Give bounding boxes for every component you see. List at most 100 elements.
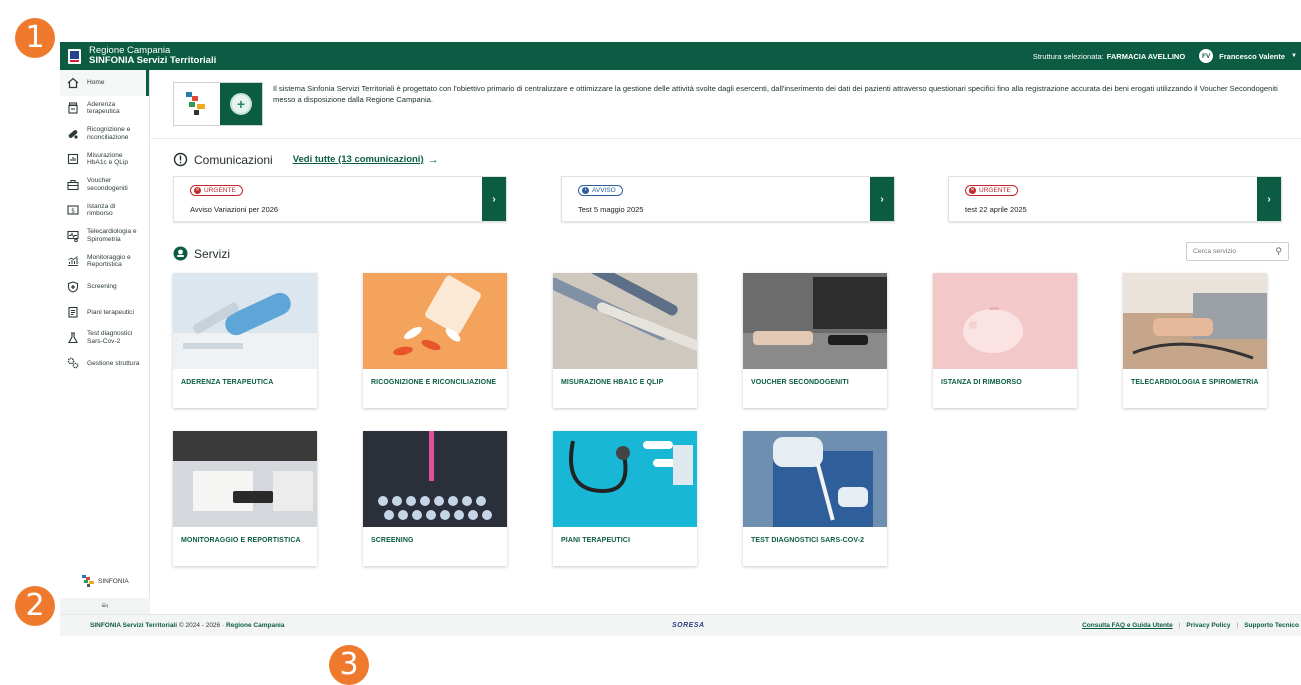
soresa-logo: SORESA	[672, 622, 705, 629]
divider	[151, 138, 1301, 139]
sidebar-item-label: Voucher secondogeniti	[87, 177, 128, 192]
service-card-misurazione-hba1c-e-qlip[interactable]: MISURAZIONE HBA1C E QLIP	[553, 273, 697, 408]
service-title: TELECARDIOLOGIA E SPIROMETRIA	[1131, 379, 1259, 386]
sidebar-item-label: Home	[87, 79, 105, 86]
sidebar-item-voucher-secondogeniti[interactable]: Voucher secondogeniti	[60, 172, 149, 198]
clipboard-icon	[66, 305, 80, 319]
user-name[interactable]: Francesco Valente	[1219, 52, 1285, 61]
voucher-icon	[66, 178, 80, 192]
service-card-voucher-secondogeniti[interactable]: VOUCHER SECONDOGENITI	[743, 273, 887, 408]
chevron-down-icon[interactable]: ▼	[1291, 53, 1297, 59]
service-image	[553, 431, 697, 527]
service-card-telecardiologia-e-spirometria[interactable]: TELECARDIOLOGIA E SPIROMETRIA	[1123, 273, 1267, 408]
footer-separator: |	[1236, 622, 1239, 629]
money-icon: $	[66, 203, 80, 217]
service-title: RICOGNIZIONE E RICONCILIAZIONE	[371, 379, 497, 386]
footer-links: Consulta FAQ e Guida Utente | Privacy Po…	[1082, 622, 1301, 629]
region-logo	[68, 48, 81, 64]
servizi-header: Servizi	[173, 246, 230, 261]
meter-icon	[66, 152, 80, 166]
footer-region-link[interactable]: Regione Campania	[226, 622, 285, 629]
flask-icon	[66, 331, 80, 345]
service-image	[743, 273, 887, 369]
marker-3: 3	[329, 645, 369, 685]
sidebar-item-misurazione-hba1c-e-qlip[interactable]: Misurazione HbA1c e QLip	[60, 147, 149, 173]
comunicazione-card[interactable]: ✕ URGENTE Avviso Variazioni per 2026 ›	[173, 176, 507, 222]
sidebar-item-telecardiologia-e-spirometria[interactable]: Telecardiologia e Spirometria	[60, 223, 149, 249]
service-title: SCREENING	[371, 537, 414, 544]
avatar[interactable]: FV	[1199, 49, 1214, 63]
badge-label: AVVISO	[592, 187, 616, 194]
service-card-aderenza-terapeutica[interactable]: ADERENZA TERAPEUTICA	[173, 273, 317, 408]
search-input[interactable]	[1187, 248, 1267, 255]
info-circle-icon: i	[582, 187, 589, 194]
service-image	[1123, 273, 1267, 369]
badge-label: URGENTE	[204, 187, 236, 194]
footer-copyright: SINFONIA Servizi Territoriali © 2024 - 2…	[90, 622, 284, 629]
sidebar-item-istanza-di-rimborso[interactable]: $ Istanza di rimborso	[60, 198, 149, 224]
faq-link[interactable]: Consulta FAQ e Guida Utente	[1082, 622, 1173, 629]
sidebar-item-label: Test diagnostici Sars-Cov-2	[87, 330, 133, 345]
sidebar-item-label: Misurazione HbA1c e QLip	[87, 151, 129, 167]
open-comunicazione-button[interactable]: ›	[870, 177, 894, 221]
sidebar-item-home[interactable]: Home	[60, 70, 149, 96]
service-card-screening[interactable]: SCREENING	[363, 431, 507, 566]
cross-icon: +	[230, 93, 252, 115]
pills-icon	[66, 127, 80, 141]
sidebar-item-gestione-struttura[interactable]: Gestione struttura	[60, 351, 149, 377]
service-image	[933, 273, 1077, 369]
footer: SINFONIA Servizi Territoriali © 2024 - 2…	[60, 614, 1301, 636]
privacy-link[interactable]: Privacy Policy	[1186, 622, 1230, 629]
comunicazione-card[interactable]: i AVVISO Test 5 maggio 2025 ›	[561, 176, 895, 222]
sidebar-item-monitoraggio-e-reportistica[interactable]: Monitoraggio e Reportistica	[60, 249, 149, 275]
search-icon[interactable]: ⚲	[1275, 246, 1282, 257]
sinfonia-mark-icon	[82, 575, 94, 587]
comunicazione-card[interactable]: ✕ URGENTE test 22 aprile 2025 ›	[948, 176, 1282, 222]
sidebar-item-ricognizione-e-riconciliazione[interactable]: Ricognizione e riconciliazione	[60, 121, 149, 147]
pill-bottle-icon	[66, 101, 80, 115]
sidebar-item-aderenza-terapeutica[interactable]: Aderenza terapeutica	[60, 96, 149, 122]
search-field[interactable]: ⚲	[1186, 242, 1289, 261]
arrow-right-icon[interactable]: →	[428, 154, 439, 166]
intro-text: Il sistema Sinfonia Servizi Territoriali…	[273, 84, 1278, 104]
sidebar-item-label: Gestione struttura	[87, 359, 140, 367]
sidebar-item-test-diagnostici-sars-cov-2[interactable]: Test diagnostici Sars-Cov-2	[60, 325, 149, 351]
x-circle-icon: ✕	[194, 187, 201, 194]
sidebar-item-label: Aderenza terapeutica	[87, 100, 120, 116]
heart-monitor-icon	[66, 229, 80, 243]
service-image	[363, 431, 507, 527]
service-image	[363, 273, 507, 369]
service-card-test-diagnostici-sars-cov-2[interactable]: TEST DIAGNOSTICI SARS-COV-2	[743, 431, 887, 566]
marker-2: 2	[15, 586, 55, 626]
servizi-title: Servizi	[194, 246, 231, 261]
support-link[interactable]: Supporto Tecnico	[1244, 622, 1299, 629]
sinfonia-logo-text: SINFONIA	[98, 577, 129, 585]
sidebar-collapse-button[interactable]: ≡‹	[60, 598, 150, 614]
badge-label: URGENTE	[979, 187, 1011, 194]
vedi-tutte-link[interactable]: Vedi tutte (13 comunicazioni)	[293, 154, 424, 165]
open-comunicazione-button[interactable]: ›	[482, 177, 506, 221]
comunicazioni-header: Comunicazioni Vedi tutte (13 comunicazio…	[173, 152, 439, 167]
struttura-label: Struttura selezionata:	[1032, 51, 1104, 61]
sidebar-item-piani-terapeutici[interactable]: Piani terapeutici	[60, 300, 149, 326]
open-comunicazione-button[interactable]: ›	[1257, 177, 1281, 221]
intro-logo: +	[173, 82, 263, 126]
comunicazioni-title: Comunicazioni	[194, 152, 273, 167]
sidebar-item-label: Ricognizione e riconciliazione	[87, 126, 131, 141]
sinfonia-logo: SINFONIA	[80, 575, 129, 587]
footer-copy-years: © 2024 - 2026 ·	[178, 622, 225, 629]
app-name: SINFONIA Servizi Territoriali	[89, 55, 217, 66]
service-card-istanza-di-rimborso[interactable]: ISTANZA DI RIMBORSO	[933, 273, 1077, 408]
service-image	[173, 431, 317, 527]
sinfonia-mark-icon	[186, 92, 205, 115]
sidebar-item-label: Piani terapeutici	[87, 308, 134, 316]
service-card-monitoraggio-e-reportistica[interactable]: MONITORAGGIO E REPORTISTICA	[173, 431, 317, 566]
service-card-ricognizione-e-riconciliazione[interactable]: RICOGNIZIONE E RICONCILIAZIONE	[363, 273, 507, 408]
service-card-piani-terapeutici[interactable]: PIANI TERAPEUTICI	[553, 431, 697, 566]
service-title: MONITORAGGIO E REPORTISTICA	[181, 537, 301, 544]
service-image	[553, 273, 697, 369]
service-title: ADERENZA TERAPEUTICA	[181, 379, 274, 386]
sidebar-item-screening[interactable]: Screening	[60, 274, 149, 300]
brand[interactable]: Regione Campania SINFONIA Servizi Territ…	[89, 46, 216, 66]
comunicazione-text: Avviso Variazioni per 2026	[190, 205, 279, 214]
